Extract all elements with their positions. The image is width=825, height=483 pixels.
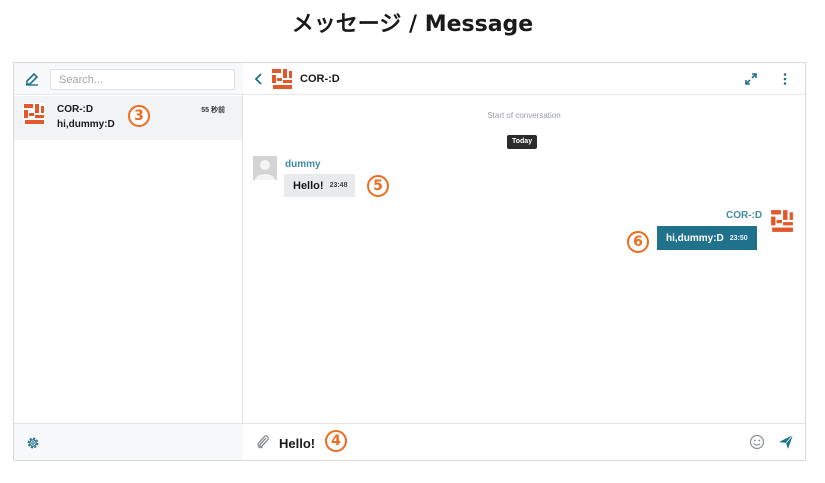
emoji-icon[interactable] [749,434,765,450]
back-icon[interactable] [253,72,265,86]
message-bubble: Hello! 23:48 [284,174,356,197]
chat-header: COR-:D [243,63,805,95]
callout-5: 5 [367,175,389,197]
avatar [253,156,277,180]
callout-3: 3 [128,105,150,127]
date-separator: Today [507,135,538,149]
avatar [23,103,45,125]
page-title: メッセージ / Message [291,12,534,37]
message-sender: COR-:D [726,210,763,221]
message-text: Hello! [293,179,324,192]
compose-icon[interactable] [24,71,40,87]
search-input[interactable] [50,69,235,90]
conversation-time: 55 秒前 [201,107,225,114]
message-bubble: hi,dummy:D 23:50 [657,226,757,250]
conversation-name: COR-:D [57,104,94,115]
message-time: 23:50 [729,234,748,242]
chat-title: COR-:D [300,73,340,85]
sidebar-footer [14,423,243,460]
sidebar-header [14,63,243,95]
send-icon[interactable] [777,433,795,451]
chat-panel: COR-:D Start of conversation Today dummy… [243,63,805,460]
conversation-preview: hi,dummy:D [57,119,115,130]
more-icon[interactable] [780,72,790,86]
message-time: 23:48 [329,182,348,189]
message-sender: dummy [285,159,321,170]
callout-4: 4 [325,430,347,452]
attach-icon[interactable] [256,433,270,451]
message-text: hi,dummy:D [666,232,724,244]
avatar [770,209,794,233]
callout-6: 6 [627,231,649,253]
avatar [271,68,293,90]
sidebar: COR-:D hi,dummy:D 55 秒前 [14,63,243,460]
settings-icon[interactable] [26,436,40,450]
expand-icon[interactable] [744,72,758,86]
conversation-start-label: Start of conversation [487,111,561,120]
